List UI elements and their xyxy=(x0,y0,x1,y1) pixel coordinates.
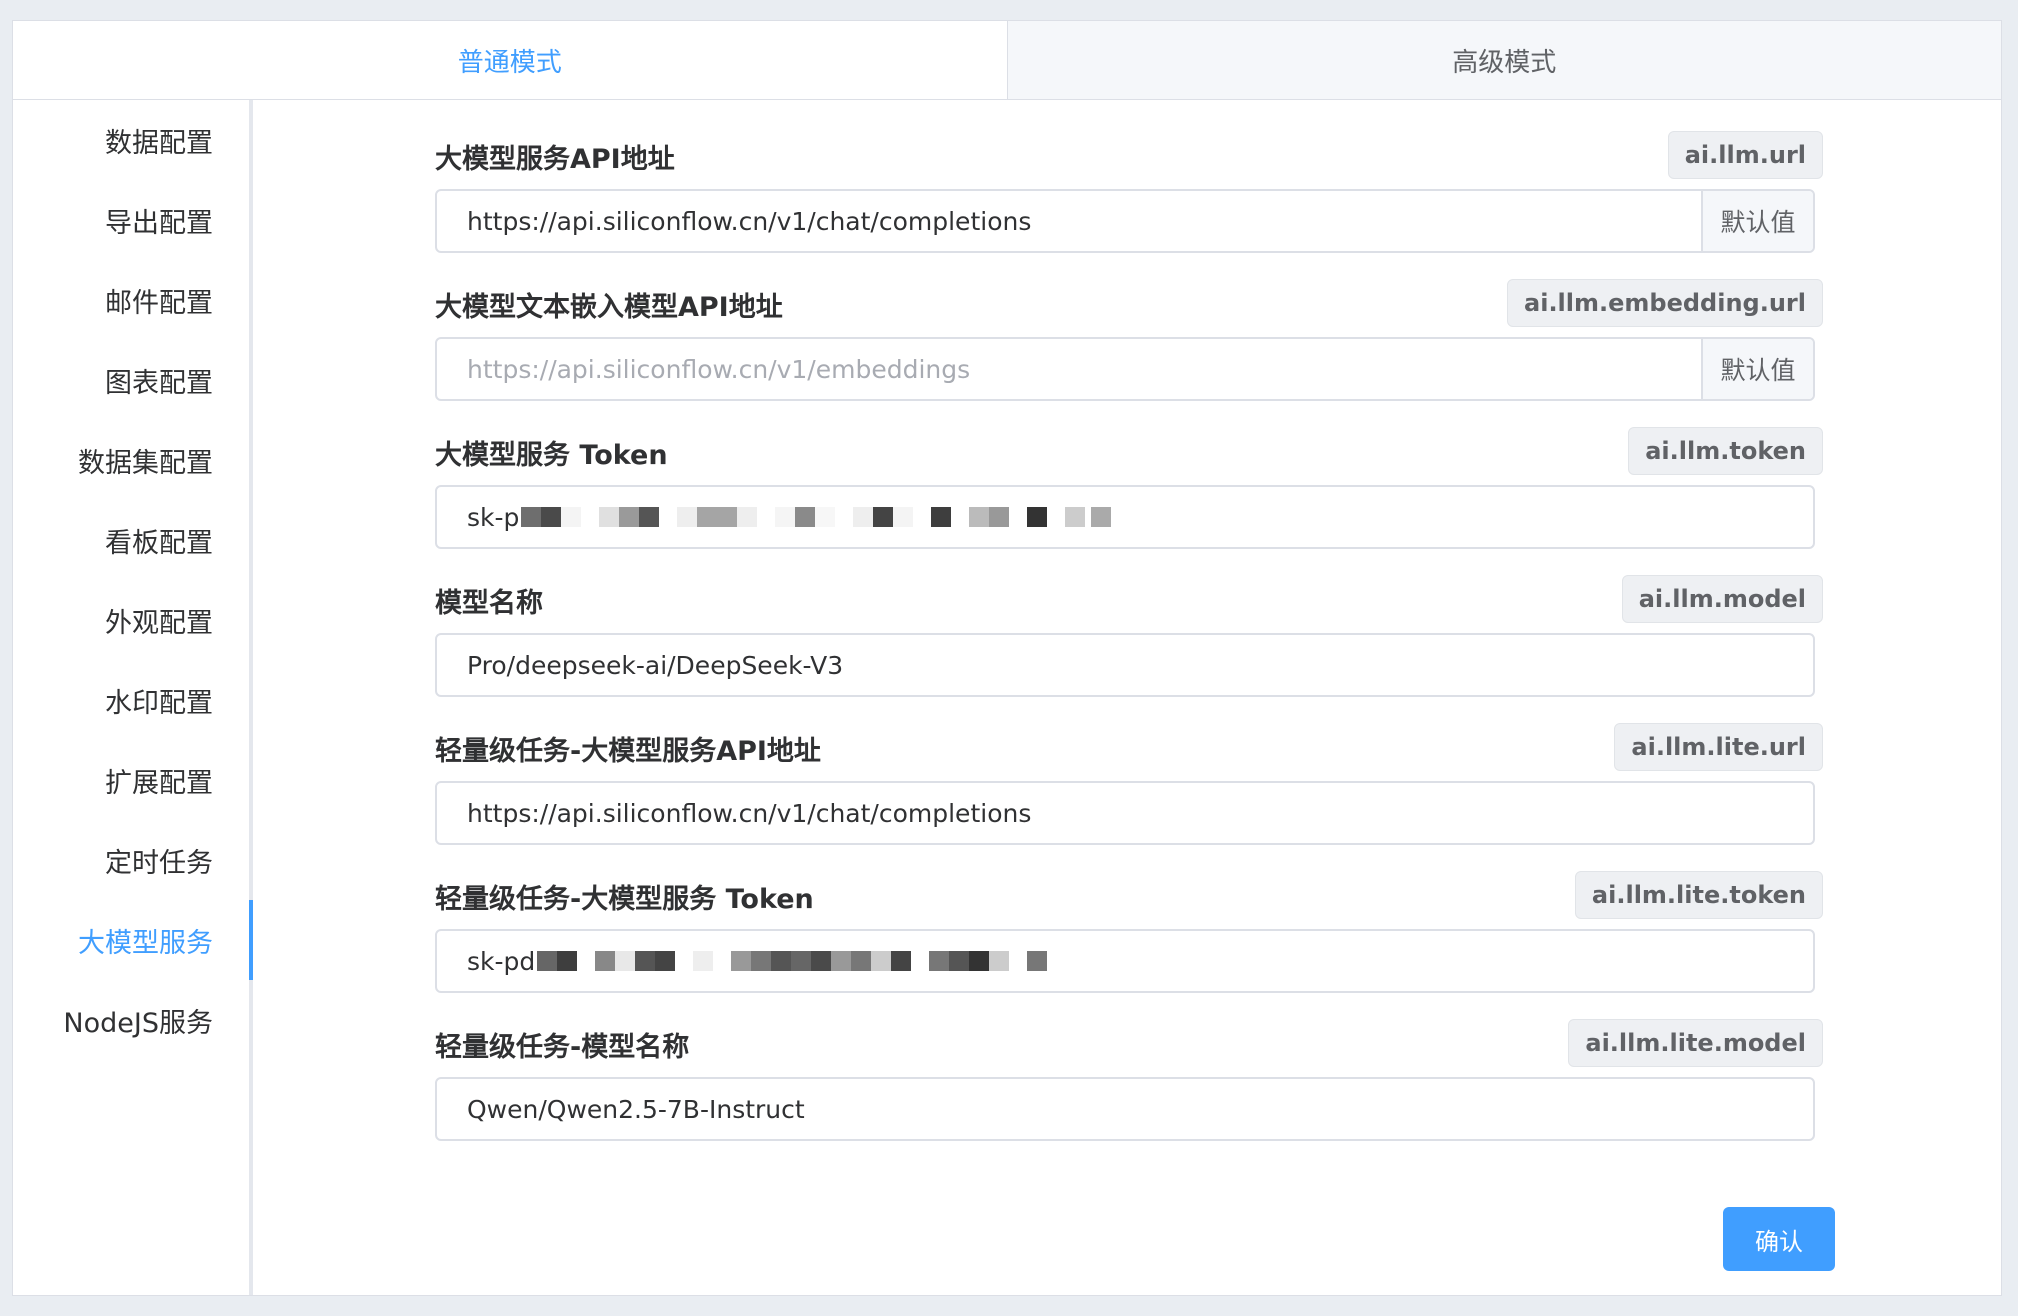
input-value[interactable]: sk-pd xyxy=(437,931,1813,991)
token-prefix: sk-p xyxy=(467,502,520,532)
lite-url-input[interactable]: https://api.siliconflow.cn/v1/chat/compl… xyxy=(435,781,1815,845)
confirm-button[interactable]: 确认 xyxy=(1723,1207,1835,1271)
sidebar-item-dataset-config[interactable]: 数据集配置 xyxy=(78,420,213,500)
sidebar-item-extension-config[interactable]: 扩展配置 xyxy=(105,740,213,820)
sidebar-item-dashboard-config[interactable]: 看板配置 xyxy=(105,500,213,580)
active-indicator xyxy=(249,900,253,980)
config-key-badge: ai.llm.url xyxy=(1667,131,1823,179)
config-key-badge: ai.llm.lite.token xyxy=(1574,871,1823,919)
input-value[interactable]: https://api.siliconflow.cn/v1/chat/compl… xyxy=(437,783,1813,843)
field-label-lite-url: 轻量级任务-大模型服务API地址 xyxy=(435,736,821,767)
mode-tabs: 普通模式 高级模式 xyxy=(13,21,2001,100)
sidebar-item-watermark-config[interactable]: 水印配置 xyxy=(105,660,213,740)
sidebar-item-chart-config[interactable]: 图表配置 xyxy=(105,340,213,420)
lite-token-input[interactable]: sk-pd xyxy=(435,929,1815,993)
model-name-input[interactable]: Pro/deepseek-ai/DeepSeek-V3 xyxy=(435,633,1815,697)
sidebar-item-data-config[interactable]: 数据配置 xyxy=(105,100,213,180)
field-label-embedding-url: 大模型文本嵌入模型API地址 xyxy=(435,292,783,323)
llm-url-input[interactable]: https://api.siliconflow.cn/v1/chat/compl… xyxy=(435,189,1815,253)
sidebar-item-mail-config[interactable]: 邮件配置 xyxy=(105,260,213,340)
field-label-lite-token: 轻量级任务-大模型服务 Token xyxy=(435,884,814,915)
sidebar-item-scheduled-tasks[interactable]: 定时任务 xyxy=(105,820,213,900)
lite-model-input[interactable]: Qwen/Qwen2.5-7B-Instruct xyxy=(435,1077,1815,1141)
input-value[interactable]: Pro/deepseek-ai/DeepSeek-V3 xyxy=(437,635,1813,695)
config-key-badge: ai.llm.model xyxy=(1621,575,1823,623)
config-key-badge: ai.llm.token xyxy=(1628,427,1823,475)
sidebar: 数据配置 导出配置 邮件配置 图表配置 数据集配置 看板配置 外观配置 水印配置… xyxy=(13,100,253,1295)
settings-panel: 普通模式 高级模式 数据配置 导出配置 邮件配置 图表配置 数据集配置 看板配置… xyxy=(12,20,2002,1296)
config-key-badge: ai.llm.lite.model xyxy=(1568,1019,1823,1067)
sidebar-item-export-config[interactable]: 导出配置 xyxy=(105,180,213,260)
default-value-button[interactable]: 默认值 xyxy=(1701,191,1813,251)
sidebar-item-nodejs-service[interactable]: NodeJS服务 xyxy=(63,980,213,1060)
default-value-button[interactable]: 默认值 xyxy=(1701,339,1813,399)
sidebar-item-appearance-config[interactable]: 外观配置 xyxy=(105,580,213,660)
token-prefix: sk-pd xyxy=(467,946,536,976)
tab-normal-mode[interactable]: 普通模式 xyxy=(13,21,1007,99)
field-label-lite-model: 轻量级任务-模型名称 xyxy=(435,1032,690,1063)
field-label-llm-token: 大模型服务 Token xyxy=(435,440,668,471)
embedding-url-input[interactable]: https://api.siliconflow.cn/v1/embeddings… xyxy=(435,337,1815,401)
input-value[interactable]: sk-p xyxy=(437,487,1813,547)
field-label-llm-url: 大模型服务API地址 xyxy=(435,144,675,175)
redacted-mask xyxy=(537,950,1048,972)
input-placeholder[interactable]: https://api.siliconflow.cn/v1/embeddings xyxy=(437,339,1701,399)
config-key-badge: ai.llm.embedding.url xyxy=(1507,279,1823,327)
input-value[interactable]: https://api.siliconflow.cn/v1/chat/compl… xyxy=(437,191,1701,251)
field-label-model-name: 模型名称 xyxy=(435,588,543,619)
tab-advanced-mode[interactable]: 高级模式 xyxy=(1006,21,2001,99)
input-value[interactable]: Qwen/Qwen2.5-7B-Instruct xyxy=(437,1079,1813,1139)
config-key-badge: ai.llm.lite.url xyxy=(1614,723,1823,771)
sidebar-item-llm-service[interactable]: 大模型服务 xyxy=(78,900,213,980)
redacted-mask xyxy=(521,506,1112,528)
llm-token-input[interactable]: sk-p xyxy=(435,485,1815,549)
